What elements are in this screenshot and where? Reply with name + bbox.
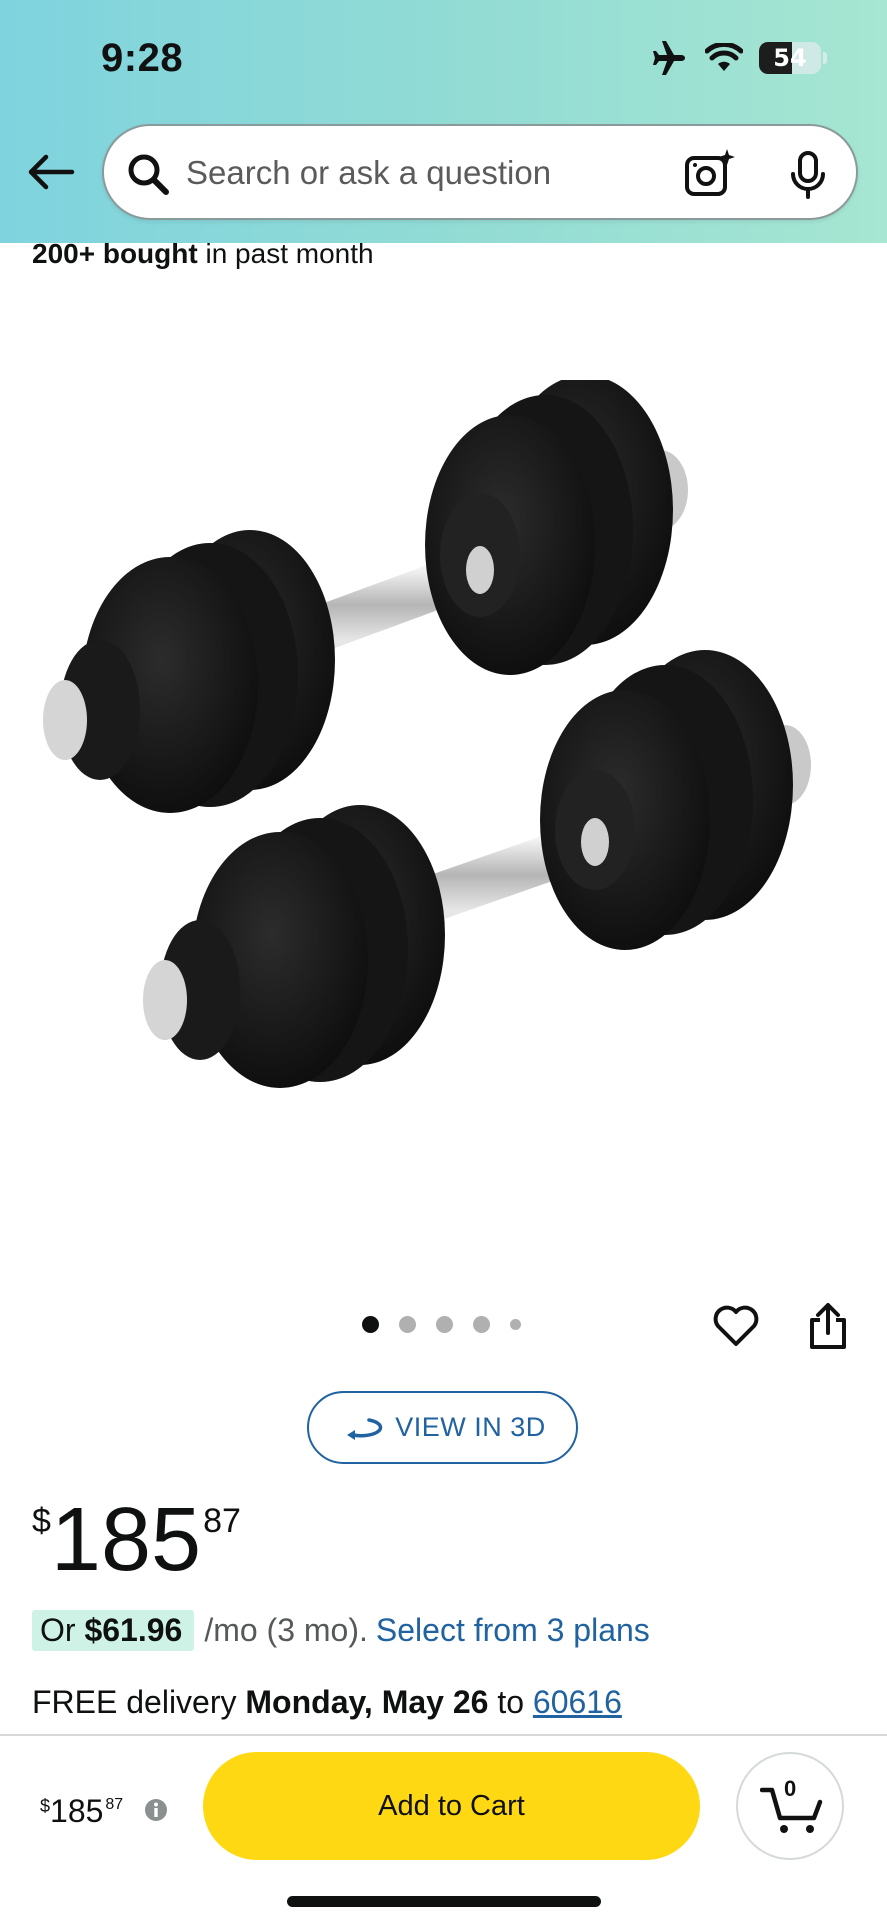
view-in-3d-label: VIEW IN 3D [395, 1412, 546, 1442]
delivery-prefix: FREE delivery [32, 1684, 246, 1720]
price-whole: 185 [50, 1490, 202, 1590]
heart-icon[interactable] [712, 1304, 760, 1348]
product-image[interactable] [40, 380, 860, 1170]
bottom-bar: $ 185 87 Add to Cart 0 [0, 1734, 887, 1920]
camera-icon[interactable] [684, 148, 736, 200]
airplane-icon [653, 41, 685, 75]
carousel-dot[interactable] [510, 1319, 521, 1330]
rotate-3d-icon [347, 1417, 383, 1440]
installment-highlight: Or $61.96 [32, 1610, 195, 1651]
share-icon[interactable] [808, 1302, 848, 1350]
installment-prefix: Or [40, 1612, 85, 1648]
bought-count-suffix: in past month [197, 238, 374, 269]
home-indicator [287, 1896, 601, 1907]
delivery-middle: to [488, 1684, 533, 1720]
cart-button[interactable]: 0 [736, 1752, 844, 1860]
product-price: $ 185 87 [32, 1490, 241, 1590]
delivery-date: Monday, May 26 [245, 1684, 489, 1720]
delivery-info: FREE delivery Monday, May 26 to 60616 [32, 1684, 622, 1721]
search-input[interactable] [186, 144, 656, 202]
back-arrow-icon[interactable] [26, 152, 76, 192]
image-carousel-dots[interactable] [362, 1316, 521, 1333]
search-icon [128, 154, 169, 195]
price-fraction: 87 [203, 1502, 241, 1540]
bottom-price-symbol: $ [40, 1796, 51, 1816]
view-in-3d-button[interactable]: VIEW IN 3D [307, 1391, 578, 1464]
add-to-cart-button[interactable]: Add to Cart [203, 1752, 700, 1860]
installment-plans: Or $61.96 /mo (3 mo). Select from 3 plan… [32, 1610, 650, 1651]
carousel-dot[interactable] [473, 1316, 490, 1333]
bottom-price: $ 185 87 [40, 1792, 123, 1830]
battery-nub [823, 52, 827, 64]
carousel-dot[interactable] [399, 1316, 416, 1333]
search-bar[interactable] [102, 124, 858, 220]
status-time: 9:28 [101, 36, 184, 80]
cart-count: 0 [784, 1776, 797, 1801]
microphone-icon[interactable] [788, 150, 828, 200]
info-icon[interactable] [144, 1798, 168, 1822]
app-header: 9:28 54 [0, 0, 887, 243]
battery-level: 54 [773, 44, 807, 72]
wifi-icon [705, 43, 743, 71]
delivery-zip-link[interactable]: 60616 [533, 1684, 622, 1720]
bottom-price-fraction: 87 [105, 1796, 124, 1813]
carousel-dot[interactable] [362, 1316, 379, 1333]
installment-amount: $61.96 [84, 1612, 183, 1648]
carousel-dot[interactable] [436, 1316, 453, 1333]
bought-count-value: 200+ bought [32, 238, 198, 269]
installment-terms: /mo (3 mo). [204, 1612, 368, 1648]
bottom-price-whole: 185 [50, 1793, 104, 1829]
status-icons: 54 [649, 40, 827, 76]
price-symbol: $ [32, 1502, 51, 1540]
battery-icon: 54 [759, 42, 821, 74]
select-plans-link[interactable]: Select from 3 plans [376, 1612, 650, 1649]
bought-count: 200+ bought in past month [32, 238, 374, 270]
